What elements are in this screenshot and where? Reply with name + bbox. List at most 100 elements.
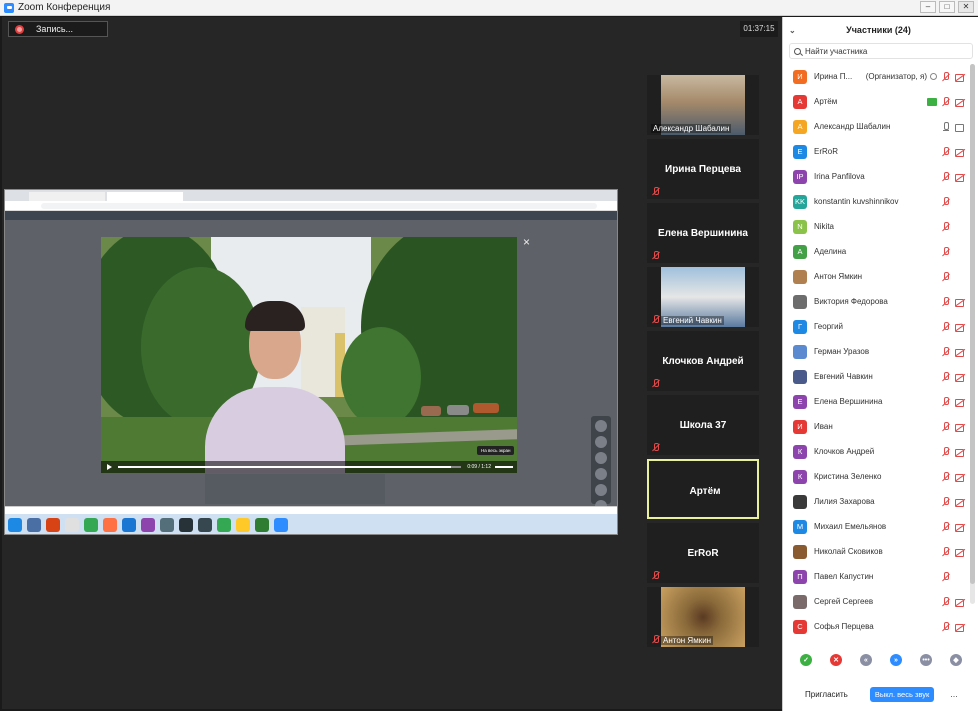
video-tile[interactable]: Ирина Перцева <box>647 139 759 199</box>
clear-icon[interactable]: ◆ <box>950 654 962 666</box>
microphone-muted-icon[interactable] <box>941 321 951 332</box>
participant-list-scrollbar[interactable] <box>970 64 975 604</box>
camera-off-icon[interactable] <box>955 147 965 157</box>
video-tile[interactable]: Клочков Андрей <box>647 331 759 391</box>
camera-off-icon[interactable] <box>955 372 965 382</box>
microphone-muted-icon[interactable] <box>941 496 951 507</box>
microphone-muted-icon[interactable] <box>941 296 951 307</box>
camera-off-icon[interactable] <box>955 472 965 482</box>
search-participant-input[interactable]: Найти участника <box>789 43 973 59</box>
microphone-muted-icon[interactable] <box>941 271 951 282</box>
more-reactions-icon[interactable]: ••• <box>920 654 932 666</box>
video-progress-bar[interactable] <box>118 466 462 468</box>
microphone-muted-icon[interactable] <box>941 196 951 207</box>
invite-button[interactable]: Пригласить <box>805 690 848 699</box>
participant-row[interactable]: А Артём <box>783 89 969 114</box>
tile-name: Евгений Чавкин <box>661 316 724 325</box>
participant-row[interactable]: Антон Ямкин <box>783 264 969 289</box>
maximize-button[interactable]: □ <box>939 1 955 13</box>
participant-row[interactable]: П Павел Капустин <box>783 564 969 589</box>
video-tile[interactable]: ErRoR <box>647 523 759 583</box>
participant-row[interactable]: KK konstantin kuvshinnikov <box>783 189 969 214</box>
chevron-down-icon[interactable]: ⌄ <box>789 26 803 35</box>
camera-off-icon[interactable] <box>955 547 965 557</box>
participant-row[interactable]: К Клочков Андрей <box>783 439 969 464</box>
microphone-muted-icon[interactable] <box>941 246 951 257</box>
participant-row[interactable]: Виктория Федорова <box>783 289 969 314</box>
participant-row[interactable]: М Михаил Емельянов <box>783 514 969 539</box>
microphone-muted-icon[interactable] <box>941 96 951 107</box>
participant-row[interactable]: Герман Уразов <box>783 339 969 364</box>
camera-off-icon[interactable] <box>955 447 965 457</box>
camera-off-icon[interactable] <box>955 522 965 532</box>
participant-row[interactable]: А Аделина <box>783 239 969 264</box>
camera-off-icon[interactable] <box>955 322 965 332</box>
recording-button[interactable]: Запись... <box>8 21 108 37</box>
video-tile[interactable]: Елена Вершинина <box>647 203 759 263</box>
microphone-muted-icon[interactable] <box>941 146 951 157</box>
microphone-muted-icon[interactable] <box>941 571 951 582</box>
microphone-muted-icon[interactable] <box>941 621 951 632</box>
camera-off-icon[interactable] <box>955 347 965 357</box>
participant-row[interactable]: IP Irina Panfilova <box>783 164 969 189</box>
video-tile[interactable]: Антон Ямкин <box>647 587 759 647</box>
participant-row[interactable]: И Иван <box>783 414 969 439</box>
participant-row[interactable]: Сергей Сергеев <box>783 589 969 614</box>
microphone-muted-icon[interactable] <box>941 396 951 407</box>
microphone-muted-icon[interactable] <box>941 446 951 457</box>
more-button[interactable]: ... <box>950 689 958 699</box>
camera-off-icon[interactable] <box>955 97 965 107</box>
slower-icon[interactable]: « <box>860 654 872 666</box>
video-tile[interactable]: Школа 37 <box>647 395 759 455</box>
microphone-muted-icon[interactable] <box>941 421 951 432</box>
microphone-muted-icon[interactable] <box>941 521 951 532</box>
camera-off-icon[interactable] <box>955 297 965 307</box>
camera-off-icon[interactable] <box>955 497 965 507</box>
participant-row[interactable]: Евгений Чавкин <box>783 364 969 389</box>
participant-row[interactable]: Г Георгий <box>783 314 969 339</box>
participant-row[interactable]: К Кристина Зеленко <box>783 464 969 489</box>
video-tile-active-speaker[interactable]: Артём <box>647 459 759 519</box>
microphone-icon[interactable] <box>941 121 951 132</box>
camera-off-icon[interactable] <box>955 422 965 432</box>
camera-off-icon[interactable] <box>955 622 965 632</box>
mic-muted-icon <box>651 251 660 260</box>
microphone-muted-icon[interactable] <box>941 346 951 357</box>
microphone-muted-icon[interactable] <box>941 471 951 482</box>
mute-all-button[interactable]: Выкл. весь звук <box>869 686 935 702</box>
minimize-button[interactable]: – <box>920 1 936 13</box>
video-tile[interactable]: Александр Шабалин <box>647 75 759 135</box>
microphone-muted-icon[interactable] <box>941 546 951 557</box>
camera-off-icon[interactable] <box>955 597 965 607</box>
participant-row[interactable]: И Ирина П... (Организатор, я) <box>783 64 969 89</box>
participant-row[interactable]: E ErRoR <box>783 139 969 164</box>
microphone-muted-icon[interactable] <box>941 596 951 607</box>
tile-name: Артём <box>689 485 721 497</box>
tile-name: Клочков Андрей <box>662 355 744 367</box>
x-icon[interactable]: ✕ <box>830 654 842 666</box>
camera-placeholder <box>955 572 965 582</box>
camera-off-icon[interactable] <box>955 72 965 82</box>
camera-off-icon[interactable] <box>955 397 965 407</box>
close-video-icon[interactable]: × <box>523 236 530 248</box>
participant-row[interactable]: N Nikita <box>783 214 969 239</box>
microphone-muted-icon[interactable] <box>941 371 951 382</box>
close-button[interactable]: ✕ <box>958 1 974 13</box>
shared-screen[interactable]: 0:09 / 1:12 На весь экран × <box>4 189 618 535</box>
microphone-muted-icon[interactable] <box>941 171 951 182</box>
camera-off-icon[interactable] <box>955 172 965 182</box>
video-tile[interactable]: Евгений Чавкин <box>647 267 759 327</box>
participant-row[interactable]: С Софья Перцева <box>783 614 969 639</box>
participant-row[interactable]: Николай Сковиков <box>783 539 969 564</box>
microphone-muted-icon[interactable] <box>941 221 951 232</box>
volume-slider[interactable] <box>495 466 513 468</box>
participant-row[interactable]: А Александр Шабалин <box>783 114 969 139</box>
participant-row[interactable]: Лилия Захарова <box>783 489 969 514</box>
panel-header: ⌄ Участники (24) <box>783 17 978 43</box>
camera-icon[interactable] <box>955 122 965 132</box>
participant-row[interactable]: Е Елена Вершинина <box>783 389 969 414</box>
play-icon[interactable] <box>107 464 112 470</box>
faster-icon[interactable]: » <box>890 654 902 666</box>
check-icon[interactable]: ✓ <box>800 654 812 666</box>
microphone-muted-icon[interactable] <box>941 71 951 82</box>
